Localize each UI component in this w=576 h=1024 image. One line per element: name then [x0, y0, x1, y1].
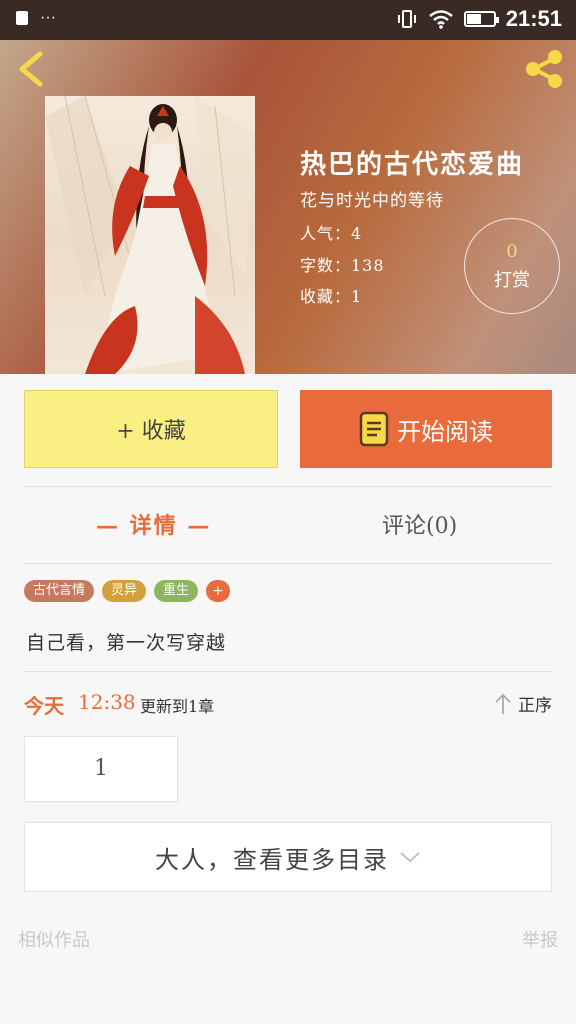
- battery-fill: [466, 14, 482, 24]
- similar-works-link[interactable]: 相似作品: [18, 926, 90, 952]
- view-more-catalog-button[interactable]: 大人，查看更多目录: [24, 822, 552, 892]
- sort-order-label: 正序: [518, 696, 552, 716]
- tag-chip[interactable]: 灵异: [102, 580, 147, 602]
- divider: [24, 563, 552, 564]
- view-more-catalog-label: 大人，查看更多目录: [155, 845, 389, 874]
- vibrate-icon: [397, 10, 416, 28]
- wifi-icon: [428, 10, 453, 29]
- share-icon[interactable]: [522, 48, 566, 90]
- book-description: 自己看，第一次写穿越: [26, 632, 227, 654]
- arrow-up-icon: [495, 693, 511, 714]
- book-subtitle: 花与时光中的等待: [300, 191, 444, 211]
- cover-illustration: [45, 96, 255, 374]
- tip-button[interactable]: 0 打赏: [464, 218, 560, 314]
- book-cover-image: [45, 96, 255, 374]
- book-icon: [359, 411, 389, 447]
- start-reading-label: 开始阅读: [397, 417, 493, 446]
- book-title: 热巴的古代恋爱曲: [300, 150, 525, 180]
- update-day: 今天: [24, 694, 64, 718]
- word-count-stat: 字数：138: [300, 256, 385, 275]
- sort-order-button[interactable]: 正序: [494, 691, 552, 716]
- update-info: 今天 12:38 更新到1章 正序: [24, 690, 552, 718]
- tag-chip[interactable]: 古代言情: [24, 580, 95, 602]
- tag-list: 古代言情 灵异 重生 +: [24, 580, 231, 602]
- update-time: 12:38: [78, 690, 136, 714]
- start-reading-button[interactable]: 开始阅读: [300, 390, 552, 468]
- divider: [24, 671, 552, 672]
- tab-comments[interactable]: 评论(0): [382, 508, 457, 540]
- chapter-item[interactable]: 1: [24, 736, 178, 802]
- chevron-down-icon: [400, 852, 420, 863]
- report-link[interactable]: 举报: [522, 926, 558, 952]
- add-to-favorites-button[interactable]: + 收藏: [24, 390, 278, 468]
- battery-icon: [463, 11, 499, 27]
- chapter-number: 1: [94, 756, 108, 781]
- divider: [24, 486, 552, 487]
- status-right: 21:51: [396, 6, 562, 32]
- tip-count: 0: [506, 241, 518, 262]
- status-left: ···: [16, 9, 56, 27]
- sim-card-icon: [16, 11, 28, 25]
- tip-label: 打赏: [494, 270, 530, 291]
- tag-chip[interactable]: 重生: [154, 580, 199, 602]
- add-tag-button[interactable]: +: [206, 580, 231, 602]
- clock: 21:51: [505, 6, 562, 31]
- add-to-favorites-label: + 收藏: [116, 419, 186, 444]
- notification-dots: ···: [40, 9, 56, 26]
- popularity-stat: 人气：4: [300, 224, 363, 243]
- book-header: 热巴的古代恋爱曲 花与时光中的等待 人气：4 字数：138 收藏：1 0 打赏: [0, 40, 576, 374]
- favorites-stat: 收藏：1: [300, 287, 363, 306]
- status-bar: ··· 21:51: [0, 0, 576, 40]
- tab-details[interactable]: — 详情 —: [96, 508, 211, 540]
- back-icon[interactable]: [14, 50, 48, 88]
- update-text: 更新到1章: [140, 697, 215, 716]
